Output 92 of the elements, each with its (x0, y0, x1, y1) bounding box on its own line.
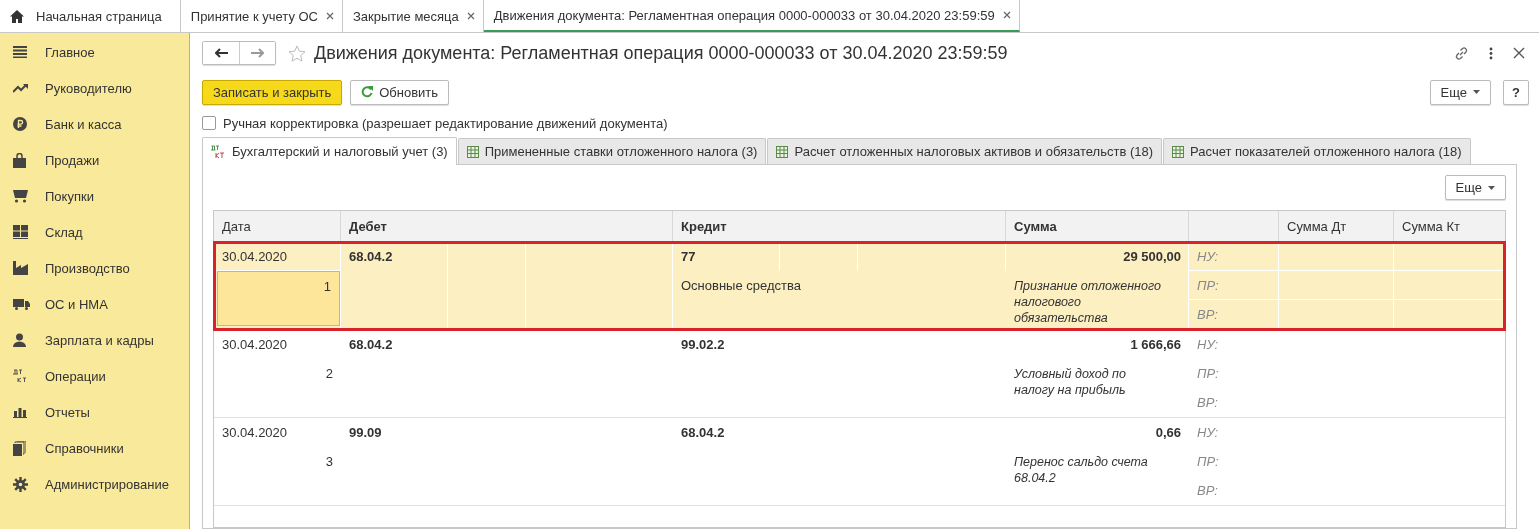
table-icon (776, 145, 789, 158)
sidebar-item[interactable]: Руководителю (0, 70, 189, 106)
tab[interactable]: Бухгалтерский и налоговый учет (3) (202, 137, 457, 165)
home-icon (10, 9, 24, 23)
refresh-button[interactable]: Обновить (350, 79, 450, 105)
sidebar-item[interactable]: Производство (0, 250, 189, 286)
more-button[interactable]: Еще (1429, 79, 1491, 105)
close-icon[interactable] (326, 12, 334, 20)
sidebar-item[interactable]: Операции (0, 358, 189, 394)
posting-row[interactable]: 30.04.2020 2 68.04.2 99.02.2 1 666,66 Условный доход по налогу на прибыль НУ: ПР: ВР: (214, 330, 1505, 418)
person-icon (13, 333, 26, 347)
credit-account-cell-text: 77 (680, 248, 697, 266)
window-tab[interactable]: Начальная страница (0, 0, 181, 32)
debit-account-cell-text: 99.09 (348, 424, 383, 442)
credit-subaccount-cell-text: Основные средства (680, 277, 802, 295)
caret-icon (1473, 90, 1480, 94)
bar-chart-icon (13, 406, 27, 418)
settings-icon (13, 476, 28, 492)
star-icon[interactable] (288, 44, 306, 62)
line-number-cell-text: 2 (324, 365, 334, 383)
accounting-type-label: ВР: (1196, 394, 1219, 412)
debit-account-cell-text: 68.04.2 (348, 336, 394, 354)
table-icon (1172, 145, 1185, 158)
column-header[interactable]: Сумма Кт (1394, 211, 1505, 241)
window-tab[interactable]: Движения документа: Регламентная операция 0000-000033 от 30.04.2020 23:59:59 (483, 0, 1020, 32)
window-tab[interactable]: Принятие к учету ОС (180, 0, 343, 32)
credit-account-cell-text: 68.04.2 (680, 424, 726, 442)
date-cell-text: 30.04.2020 (221, 424, 289, 442)
books-icon (13, 440, 26, 456)
refresh-icon (361, 86, 374, 98)
accounting-type-label: ПР: (1196, 453, 1220, 471)
accounting-type-label: ВР: (1196, 482, 1219, 500)
checkbox[interactable] (202, 116, 216, 130)
comment-cell-text: Признание отложенного налогового обязательства (1013, 278, 1162, 327)
cart-icon (13, 189, 28, 203)
sidebar-item[interactable]: Главное (0, 34, 189, 70)
credit-account-cell-text: 99.02.2 (680, 336, 726, 354)
caret-icon (1488, 185, 1495, 190)
line-number-cell: 1 (217, 271, 340, 326)
debit-account-cell-text: 68.04.2 (348, 248, 394, 266)
line-number-cell-text: 3 (324, 453, 334, 471)
accounting-type-label: НУ: (1196, 336, 1220, 354)
form-title: Движения документа: Регламентная операция 0000-000033 от 30.04.2020 23:59:59 (314, 42, 1008, 64)
checkbox-label: Ручная корректировка (разрешает редактирование движений документа) (223, 115, 668, 131)
bag-icon (13, 152, 26, 168)
accounting-type-label: НУ: (1196, 424, 1220, 442)
ruble-icon (13, 117, 27, 131)
sidebar-item[interactable]: Склад (0, 214, 189, 250)
left-arrow-icon (214, 48, 228, 58)
accounting-type-label: ПР: (1196, 365, 1220, 383)
comment-cell-text: Условный доход по налогу на прибыль (1013, 366, 1127, 399)
help-button[interactable]: ? (1503, 79, 1529, 105)
window-tab[interactable]: Закрытие месяца (343, 0, 484, 32)
accounting-type-label: ВР: (1196, 306, 1219, 324)
close-icon[interactable] (1002, 11, 1011, 19)
save-and-close-button[interactable]: Записать и закрыть (202, 79, 343, 105)
menu-icon (13, 46, 27, 58)
tab[interactable]: Примененные ставки отложенного налога (3) (457, 138, 767, 164)
comment-cell-text: Перенос сальдо счета 68.04.2 (1013, 454, 1149, 487)
amount-cell-text: 0,66 (1154, 424, 1182, 442)
debit-credit-icon (211, 144, 226, 159)
sidebar-item[interactable]: Отчеты (0, 394, 189, 430)
sidebar-item[interactable]: Справочники (0, 430, 189, 466)
close-icon[interactable] (1513, 47, 1525, 59)
accounting-type-label: НУ: (1196, 248, 1220, 266)
date-cell-text: 30.04.2020 (221, 336, 289, 354)
accounting-type-label: ПР: (1196, 277, 1220, 295)
date-cell-text: 30.04.2020 (221, 248, 289, 266)
more-button[interactable]: Еще (1444, 175, 1506, 200)
link-icon[interactable] (1454, 45, 1469, 61)
trend-icon (13, 83, 28, 93)
amount-cell-text: 1 666,66 (1129, 336, 1182, 354)
sidebar-item[interactable]: ОС и НМА (0, 286, 189, 322)
table-icon (466, 145, 479, 158)
factory-icon (13, 261, 28, 275)
more-icon[interactable] (1489, 46, 1493, 60)
sidebar-item[interactable]: Покупки (0, 178, 189, 214)
debit-credit-icon (13, 369, 27, 383)
sidebar-item[interactable]: Администрирование (0, 466, 189, 502)
tab[interactable]: Расчет показателей отложенного налога (18) (1163, 138, 1471, 164)
amount-cell-text: 29 500,00 (1122, 248, 1182, 266)
back-button[interactable] (203, 42, 239, 64)
posting-row[interactable]: 30.04.2020 1 68.04.2 77 Основные средства 29 500,00 Признание отложенного налогового обязательства НУ: ПР: ВР: (214, 242, 1505, 330)
tab[interactable]: Расчет отложенных налоговых активов и обязательств (18) (767, 138, 1163, 164)
grid-icon (13, 225, 28, 239)
sidebar-item[interactable]: Зарплата и кадры (0, 322, 189, 358)
sidebar-item[interactable]: Продажи (0, 142, 189, 178)
close-icon[interactable] (466, 12, 475, 20)
sidebar-item[interactable]: Банк и касса (0, 106, 189, 142)
right-arrow-icon (251, 48, 264, 58)
posting-row[interactable]: 30.04.2020 3 99.09 68.04.2 0,66 Перенос сальдо счета 68.04.2 НУ: ПР: ВР: (214, 418, 1505, 506)
truck-icon (13, 298, 30, 310)
